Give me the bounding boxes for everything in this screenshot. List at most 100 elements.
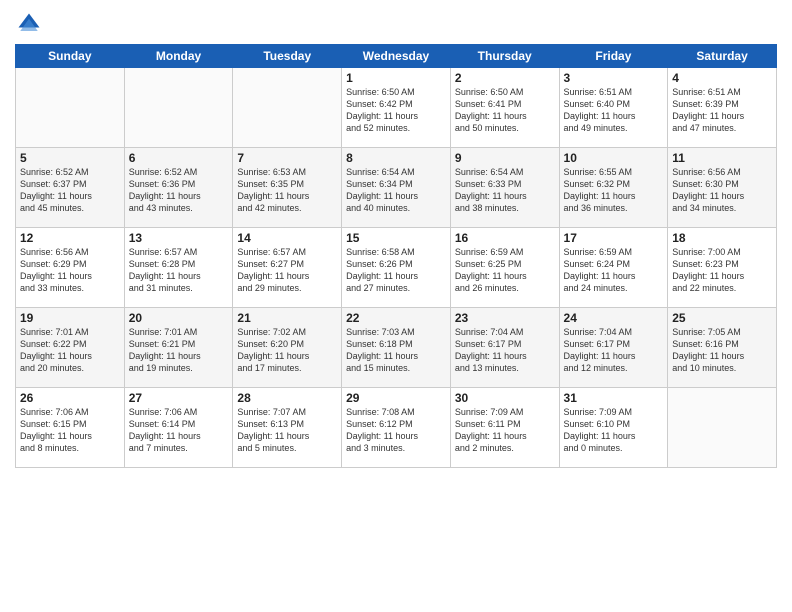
calendar-cell: 24Sunrise: 7:04 AM Sunset: 6:17 PM Dayli… — [559, 308, 668, 388]
calendar-cell: 2Sunrise: 6:50 AM Sunset: 6:41 PM Daylig… — [450, 68, 559, 148]
calendar-cell: 8Sunrise: 6:54 AM Sunset: 6:34 PM Daylig… — [342, 148, 451, 228]
header — [15, 10, 777, 38]
day-info: Sunrise: 6:57 AM Sunset: 6:27 PM Dayligh… — [237, 246, 337, 295]
calendar-cell: 1Sunrise: 6:50 AM Sunset: 6:42 PM Daylig… — [342, 68, 451, 148]
calendar-cell: 14Sunrise: 6:57 AM Sunset: 6:27 PM Dayli… — [233, 228, 342, 308]
calendar-cell — [16, 68, 125, 148]
day-number: 29 — [346, 391, 446, 405]
day-number: 25 — [672, 311, 772, 325]
day-number: 18 — [672, 231, 772, 245]
day-number: 13 — [129, 231, 229, 245]
day-info: Sunrise: 7:03 AM Sunset: 6:18 PM Dayligh… — [346, 326, 446, 375]
day-info: Sunrise: 6:57 AM Sunset: 6:28 PM Dayligh… — [129, 246, 229, 295]
calendar-cell — [124, 68, 233, 148]
day-number: 30 — [455, 391, 555, 405]
calendar-cell: 6Sunrise: 6:52 AM Sunset: 6:36 PM Daylig… — [124, 148, 233, 228]
day-info: Sunrise: 6:53 AM Sunset: 6:35 PM Dayligh… — [237, 166, 337, 215]
day-number: 24 — [564, 311, 664, 325]
calendar-header-tuesday: Tuesday — [233, 45, 342, 68]
calendar-week-4: 19Sunrise: 7:01 AM Sunset: 6:22 PM Dayli… — [16, 308, 777, 388]
day-info: Sunrise: 7:05 AM Sunset: 6:16 PM Dayligh… — [672, 326, 772, 375]
day-info: Sunrise: 6:50 AM Sunset: 6:41 PM Dayligh… — [455, 86, 555, 135]
day-info: Sunrise: 6:51 AM Sunset: 6:40 PM Dayligh… — [564, 86, 664, 135]
day-info: Sunrise: 7:09 AM Sunset: 6:11 PM Dayligh… — [455, 406, 555, 455]
calendar-cell: 10Sunrise: 6:55 AM Sunset: 6:32 PM Dayli… — [559, 148, 668, 228]
calendar-header-sunday: Sunday — [16, 45, 125, 68]
day-info: Sunrise: 7:02 AM Sunset: 6:20 PM Dayligh… — [237, 326, 337, 375]
calendar-cell: 12Sunrise: 6:56 AM Sunset: 6:29 PM Dayli… — [16, 228, 125, 308]
calendar-cell — [233, 68, 342, 148]
day-number: 16 — [455, 231, 555, 245]
calendar-header-thursday: Thursday — [450, 45, 559, 68]
day-info: Sunrise: 6:50 AM Sunset: 6:42 PM Dayligh… — [346, 86, 446, 135]
calendar-header-monday: Monday — [124, 45, 233, 68]
calendar-cell: 25Sunrise: 7:05 AM Sunset: 6:16 PM Dayli… — [668, 308, 777, 388]
day-number: 3 — [564, 71, 664, 85]
day-number: 21 — [237, 311, 337, 325]
day-number: 27 — [129, 391, 229, 405]
day-info: Sunrise: 6:58 AM Sunset: 6:26 PM Dayligh… — [346, 246, 446, 295]
calendar-cell: 3Sunrise: 6:51 AM Sunset: 6:40 PM Daylig… — [559, 68, 668, 148]
day-info: Sunrise: 7:09 AM Sunset: 6:10 PM Dayligh… — [564, 406, 664, 455]
calendar-cell: 23Sunrise: 7:04 AM Sunset: 6:17 PM Dayli… — [450, 308, 559, 388]
day-number: 26 — [20, 391, 120, 405]
calendar-header-row: SundayMondayTuesdayWednesdayThursdayFrid… — [16, 45, 777, 68]
calendar-cell: 28Sunrise: 7:07 AM Sunset: 6:13 PM Dayli… — [233, 388, 342, 468]
day-info: Sunrise: 6:59 AM Sunset: 6:24 PM Dayligh… — [564, 246, 664, 295]
day-info: Sunrise: 6:54 AM Sunset: 6:33 PM Dayligh… — [455, 166, 555, 215]
calendar-cell: 30Sunrise: 7:09 AM Sunset: 6:11 PM Dayli… — [450, 388, 559, 468]
calendar-header-saturday: Saturday — [668, 45, 777, 68]
day-number: 22 — [346, 311, 446, 325]
day-number: 9 — [455, 151, 555, 165]
calendar-cell: 22Sunrise: 7:03 AM Sunset: 6:18 PM Dayli… — [342, 308, 451, 388]
calendar-cell: 13Sunrise: 6:57 AM Sunset: 6:28 PM Dayli… — [124, 228, 233, 308]
calendar-cell: 18Sunrise: 7:00 AM Sunset: 6:23 PM Dayli… — [668, 228, 777, 308]
day-number: 5 — [20, 151, 120, 165]
day-info: Sunrise: 7:04 AM Sunset: 6:17 PM Dayligh… — [455, 326, 555, 375]
day-info: Sunrise: 6:54 AM Sunset: 6:34 PM Dayligh… — [346, 166, 446, 215]
day-number: 11 — [672, 151, 772, 165]
calendar-cell: 9Sunrise: 6:54 AM Sunset: 6:33 PM Daylig… — [450, 148, 559, 228]
calendar-cell: 16Sunrise: 6:59 AM Sunset: 6:25 PM Dayli… — [450, 228, 559, 308]
calendar-week-2: 5Sunrise: 6:52 AM Sunset: 6:37 PM Daylig… — [16, 148, 777, 228]
day-number: 15 — [346, 231, 446, 245]
day-info: Sunrise: 6:56 AM Sunset: 6:30 PM Dayligh… — [672, 166, 772, 215]
day-info: Sunrise: 7:07 AM Sunset: 6:13 PM Dayligh… — [237, 406, 337, 455]
day-info: Sunrise: 6:55 AM Sunset: 6:32 PM Dayligh… — [564, 166, 664, 215]
day-info: Sunrise: 6:51 AM Sunset: 6:39 PM Dayligh… — [672, 86, 772, 135]
calendar-cell: 15Sunrise: 6:58 AM Sunset: 6:26 PM Dayli… — [342, 228, 451, 308]
day-number: 20 — [129, 311, 229, 325]
calendar-cell: 27Sunrise: 7:06 AM Sunset: 6:14 PM Dayli… — [124, 388, 233, 468]
day-info: Sunrise: 6:52 AM Sunset: 6:36 PM Dayligh… — [129, 166, 229, 215]
calendar-table: SundayMondayTuesdayWednesdayThursdayFrid… — [15, 44, 777, 468]
calendar-cell: 21Sunrise: 7:02 AM Sunset: 6:20 PM Dayli… — [233, 308, 342, 388]
calendar-cell: 17Sunrise: 6:59 AM Sunset: 6:24 PM Dayli… — [559, 228, 668, 308]
day-number: 14 — [237, 231, 337, 245]
calendar-cell: 7Sunrise: 6:53 AM Sunset: 6:35 PM Daylig… — [233, 148, 342, 228]
calendar-week-5: 26Sunrise: 7:06 AM Sunset: 6:15 PM Dayli… — [16, 388, 777, 468]
calendar-week-1: 1Sunrise: 6:50 AM Sunset: 6:42 PM Daylig… — [16, 68, 777, 148]
calendar-header-friday: Friday — [559, 45, 668, 68]
day-info: Sunrise: 6:59 AM Sunset: 6:25 PM Dayligh… — [455, 246, 555, 295]
day-number: 2 — [455, 71, 555, 85]
calendar-cell: 5Sunrise: 6:52 AM Sunset: 6:37 PM Daylig… — [16, 148, 125, 228]
calendar-cell: 29Sunrise: 7:08 AM Sunset: 6:12 PM Dayli… — [342, 388, 451, 468]
calendar-cell: 31Sunrise: 7:09 AM Sunset: 6:10 PM Dayli… — [559, 388, 668, 468]
day-number: 1 — [346, 71, 446, 85]
day-number: 19 — [20, 311, 120, 325]
calendar-cell: 26Sunrise: 7:06 AM Sunset: 6:15 PM Dayli… — [16, 388, 125, 468]
day-number: 31 — [564, 391, 664, 405]
calendar-cell: 4Sunrise: 6:51 AM Sunset: 6:39 PM Daylig… — [668, 68, 777, 148]
page: SundayMondayTuesdayWednesdayThursdayFrid… — [0, 0, 792, 612]
calendar-cell: 11Sunrise: 6:56 AM Sunset: 6:30 PM Dayli… — [668, 148, 777, 228]
day-info: Sunrise: 7:08 AM Sunset: 6:12 PM Dayligh… — [346, 406, 446, 455]
day-number: 8 — [346, 151, 446, 165]
day-number: 6 — [129, 151, 229, 165]
day-number: 17 — [564, 231, 664, 245]
day-number: 28 — [237, 391, 337, 405]
calendar-cell: 19Sunrise: 7:01 AM Sunset: 6:22 PM Dayli… — [16, 308, 125, 388]
day-info: Sunrise: 7:04 AM Sunset: 6:17 PM Dayligh… — [564, 326, 664, 375]
calendar-cell — [668, 388, 777, 468]
day-info: Sunrise: 6:52 AM Sunset: 6:37 PM Dayligh… — [20, 166, 120, 215]
day-info: Sunrise: 7:01 AM Sunset: 6:21 PM Dayligh… — [129, 326, 229, 375]
